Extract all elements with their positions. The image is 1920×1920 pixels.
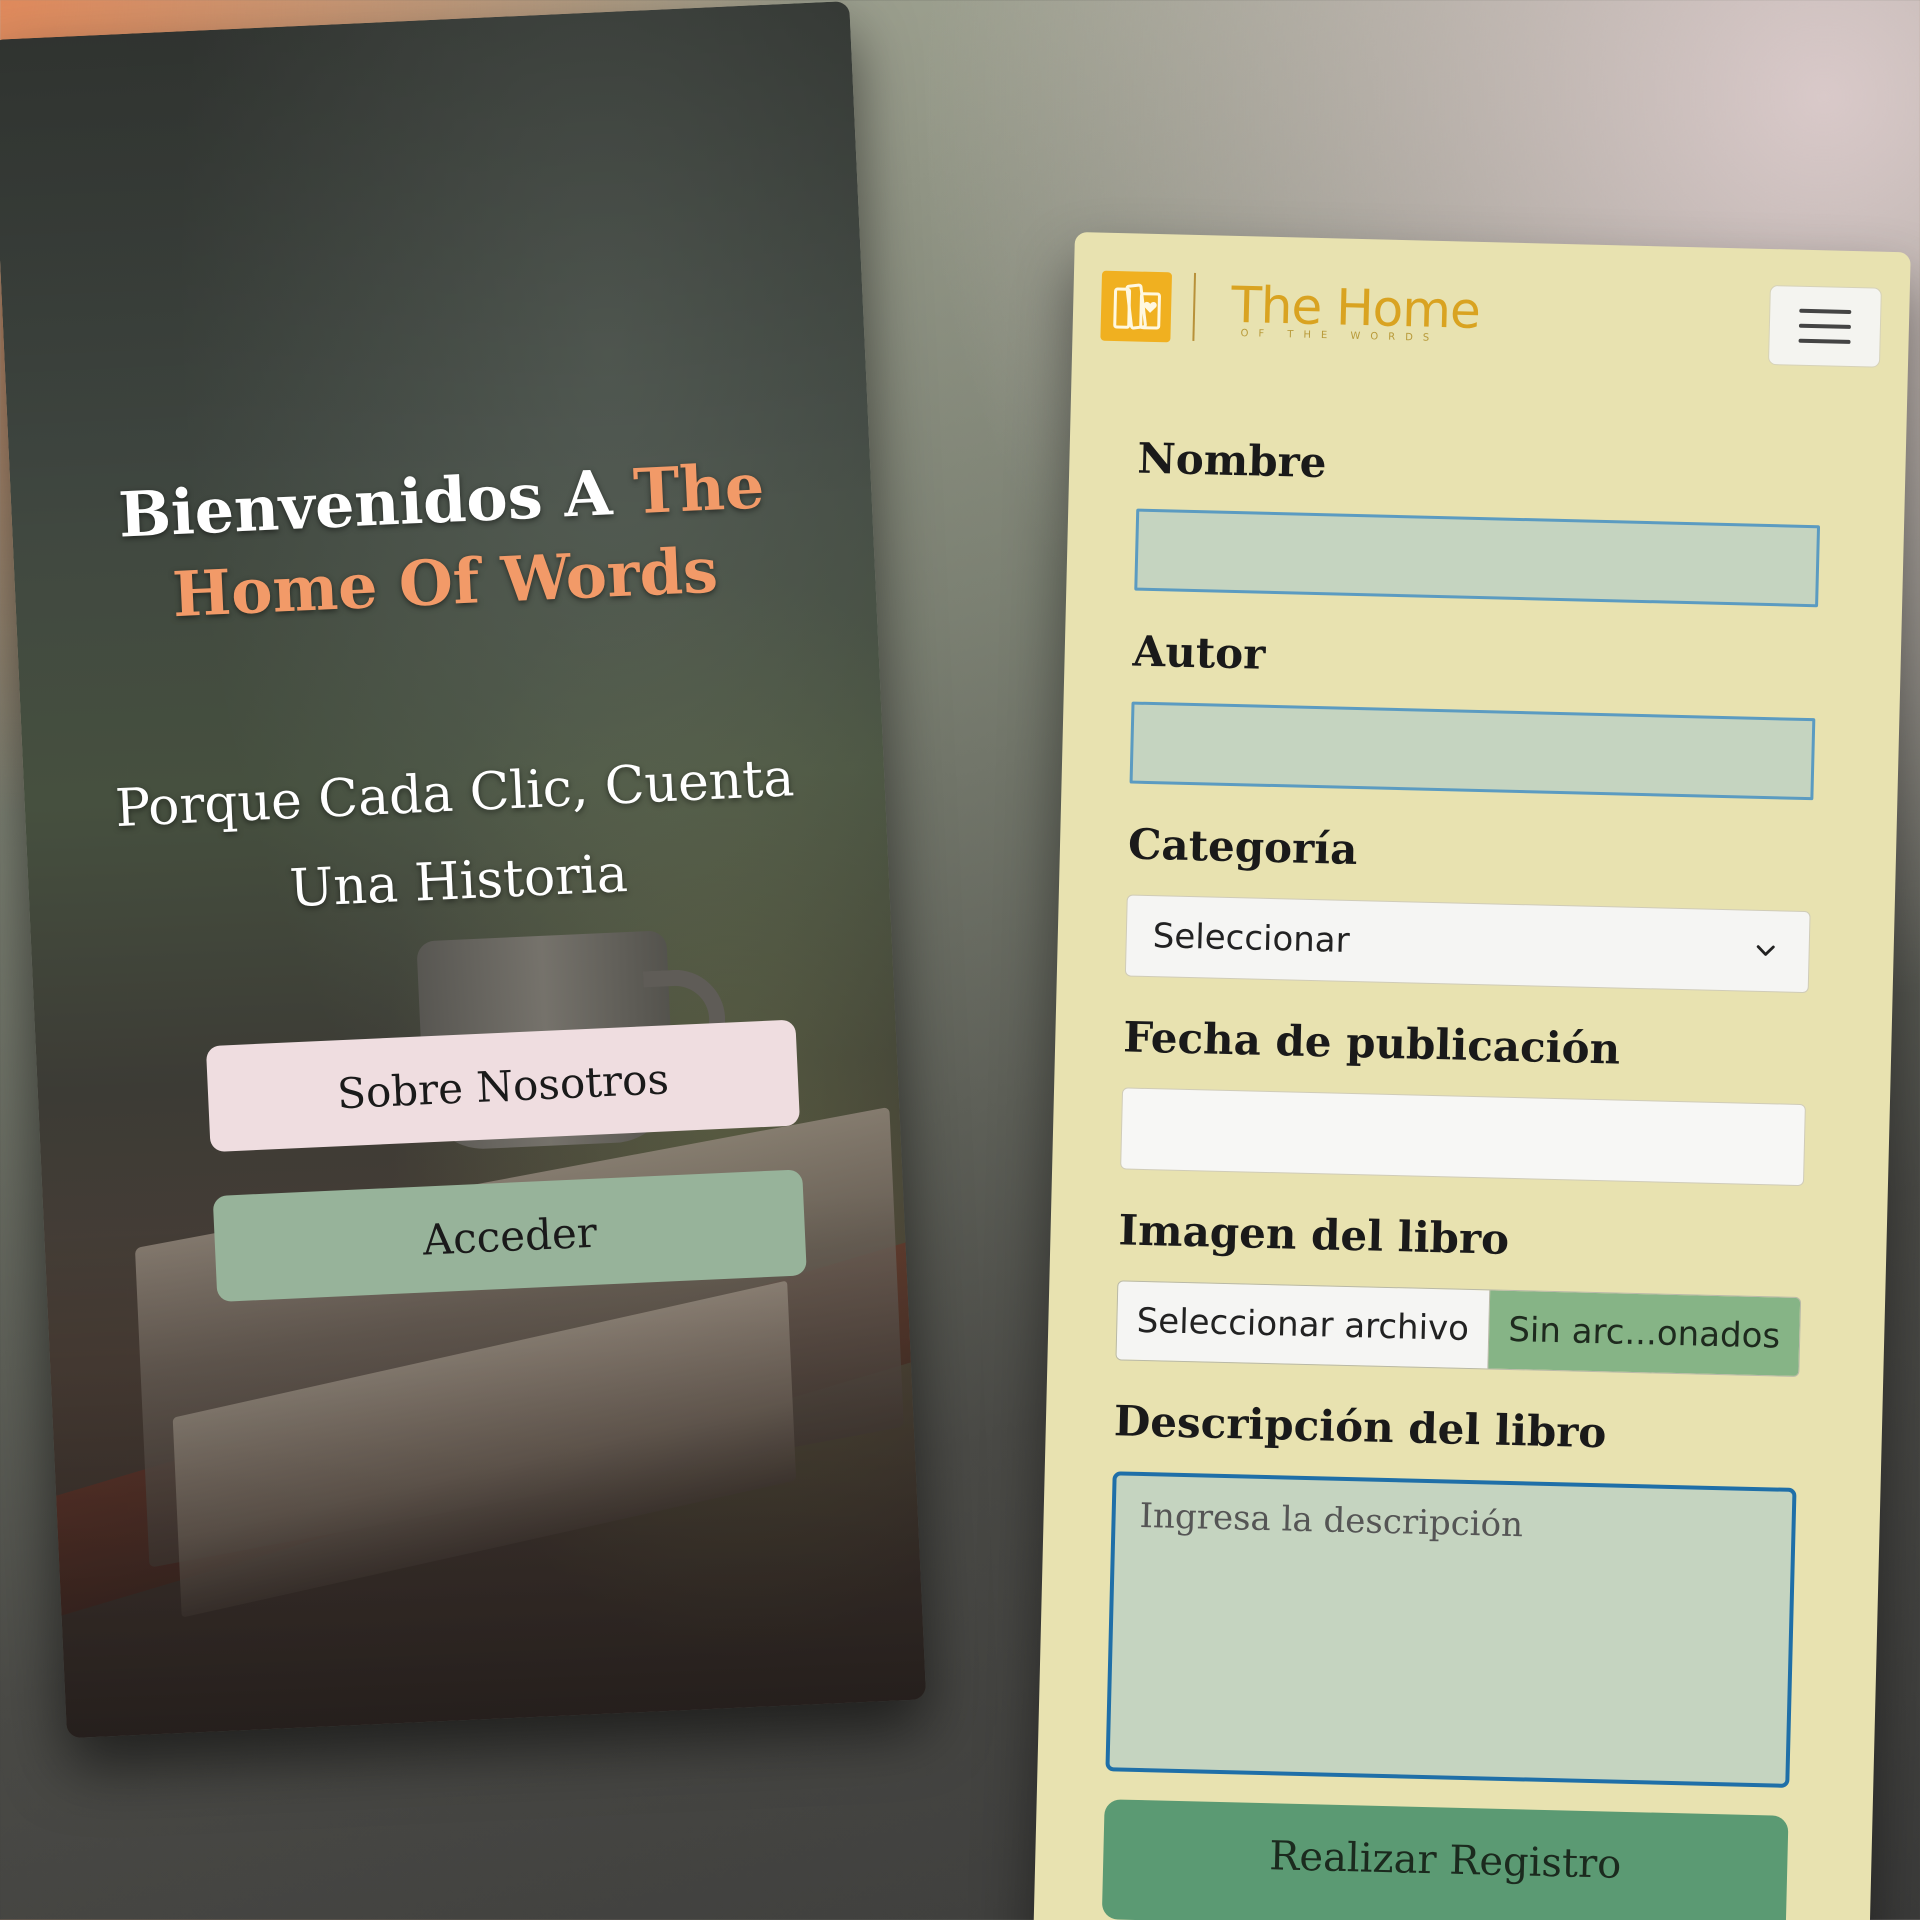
fecha-input[interactable]	[1120, 1087, 1806, 1187]
categoria-select[interactable]: Seleccionar	[1124, 894, 1811, 994]
autor-input[interactable]	[1129, 701, 1816, 801]
fecha-label: Fecha de publicación	[1122, 1012, 1621, 1074]
register-book-screen: The Home OF THE WORDS Nombre Autor Categ…	[1032, 232, 1911, 1920]
book-heart-icon[interactable]	[1100, 270, 1173, 343]
imagen-label: Imagen del libro	[1118, 1205, 1510, 1264]
hero-subtitle: Porque Cada Clic, Cuenta Una Historia	[113, 748, 796, 920]
select-file-button[interactable]: Seleccionar archivo	[1116, 1281, 1491, 1369]
descripcion-textarea[interactable]	[1105, 1471, 1797, 1788]
hero-title: Bienvenidos A The Home Of Words	[70, 443, 817, 640]
hamburger-menu-button[interactable]	[1767, 284, 1882, 368]
chevron-down-icon	[1756, 945, 1775, 956]
nombre-input[interactable]	[1134, 508, 1821, 608]
logo-divider	[1192, 272, 1197, 341]
hamburger-menu-icon	[1799, 308, 1852, 314]
hamburger-line	[1798, 338, 1851, 344]
nombre-label: Nombre	[1136, 433, 1328, 488]
submit-register-button[interactable]: Realizar Registro	[1101, 1799, 1789, 1920]
autor-label: Autor	[1132, 626, 1267, 679]
file-status: Sin arc...onados	[1488, 1290, 1801, 1377]
descripcion-label: Descripción del libro	[1113, 1396, 1608, 1458]
categoria-selected-value: Seleccionar	[1152, 916, 1351, 961]
book-form: Nombre Autor Categoría Seleccionar Fecha…	[1101, 433, 1822, 1920]
categoria-label: Categoría	[1127, 819, 1359, 875]
imagen-file-input[interactable]: Seleccionar archivo Sin arc...onados	[1115, 1280, 1802, 1378]
landing-screen: Bienvenidos A The Home Of Words Porque C…	[0, 0, 927, 1739]
navbar: The Home OF THE WORDS	[1100, 263, 1882, 372]
hamburger-line	[1798, 323, 1851, 329]
